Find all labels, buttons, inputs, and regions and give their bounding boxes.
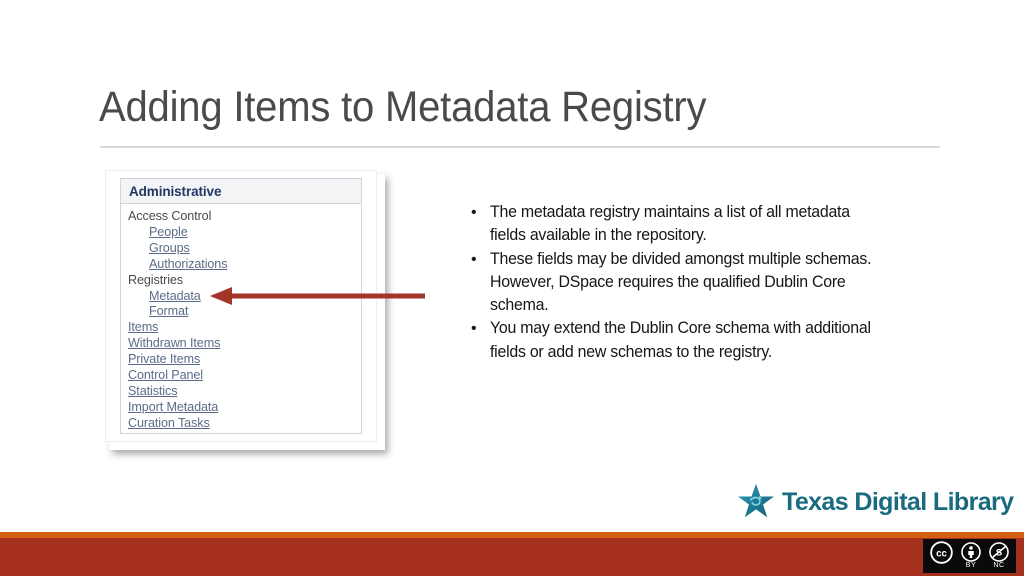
admin-panel-title: Administrative xyxy=(129,183,222,199)
texas-digital-library-logo: Texas Digital Library xyxy=(737,483,1014,521)
title-divider xyxy=(100,146,940,148)
bullet-text: The metadata registry maintains a list o… xyxy=(490,203,850,245)
bullet-item: • The metadata registry maintains a list … xyxy=(468,201,898,248)
cc-nc-label: NC xyxy=(993,562,1005,569)
admin-nav-link[interactable]: Control Panel xyxy=(128,368,361,384)
admin-nav-link[interactable]: People xyxy=(128,225,361,241)
admin-nav-group-label: Access Control xyxy=(128,209,212,223)
admin-nav-list: Access Control People Groups Authorizations… xyxy=(121,204,361,432)
cc-nc-cell: S NC xyxy=(989,542,1009,570)
bullet-list: • The metadata registry maintains a list … xyxy=(468,201,898,364)
star-icon xyxy=(738,483,774,518)
footer-band xyxy=(0,538,1024,576)
bullet-marker-icon: • xyxy=(471,204,477,221)
cc-by-label: BY xyxy=(965,562,977,569)
attribution-person-icon xyxy=(961,542,981,562)
bullet-item: • These fields may be divided amongst mul… xyxy=(468,248,898,318)
admin-nav-link[interactable]: Withdrawn Items xyxy=(128,336,361,352)
noncommercial-icon: S xyxy=(989,542,1009,562)
page-title: Adding Items to Metadata Registry xyxy=(99,83,707,131)
bullet-marker-icon: • xyxy=(471,250,477,268)
bullet-item: • You may extend the Dublin Core schema w… xyxy=(468,317,898,364)
admin-nav-link[interactable]: Statistics xyxy=(128,384,361,400)
cc-by-cell: BY xyxy=(961,542,981,570)
cc-logo-cell: cc xyxy=(930,540,953,572)
admin-nav-link[interactable]: Authorizations xyxy=(128,257,361,273)
admin-nav-link[interactable]: Private Items xyxy=(128,352,361,368)
bullet-text: You may extend the Dublin Core schema wi… xyxy=(490,319,871,361)
creative-commons-icon: cc xyxy=(930,540,953,564)
left-arrow-icon xyxy=(210,287,425,305)
logo-text: Texas Digital Library xyxy=(782,487,1014,516)
admin-panel-header: Administrative xyxy=(121,179,361,204)
svg-text:cc: cc xyxy=(936,548,947,559)
admin-nav-link[interactable]: Curation Tasks xyxy=(128,416,361,432)
creative-commons-badge[interactable]: cc BY S NC xyxy=(923,539,1016,573)
admin-nav-link[interactable]: Items xyxy=(128,320,361,336)
annotation-arrow xyxy=(210,284,425,308)
bullet-text: These fields may be divided amongst mult… xyxy=(490,249,872,315)
admin-nav-link[interactable]: Groups xyxy=(128,241,361,257)
admin-nav-link[interactable]: Import Metadata xyxy=(128,400,361,416)
admin-screenshot-image: Administrative Access Control People Group… xyxy=(105,170,385,450)
bullet-marker-icon: • xyxy=(471,320,477,338)
